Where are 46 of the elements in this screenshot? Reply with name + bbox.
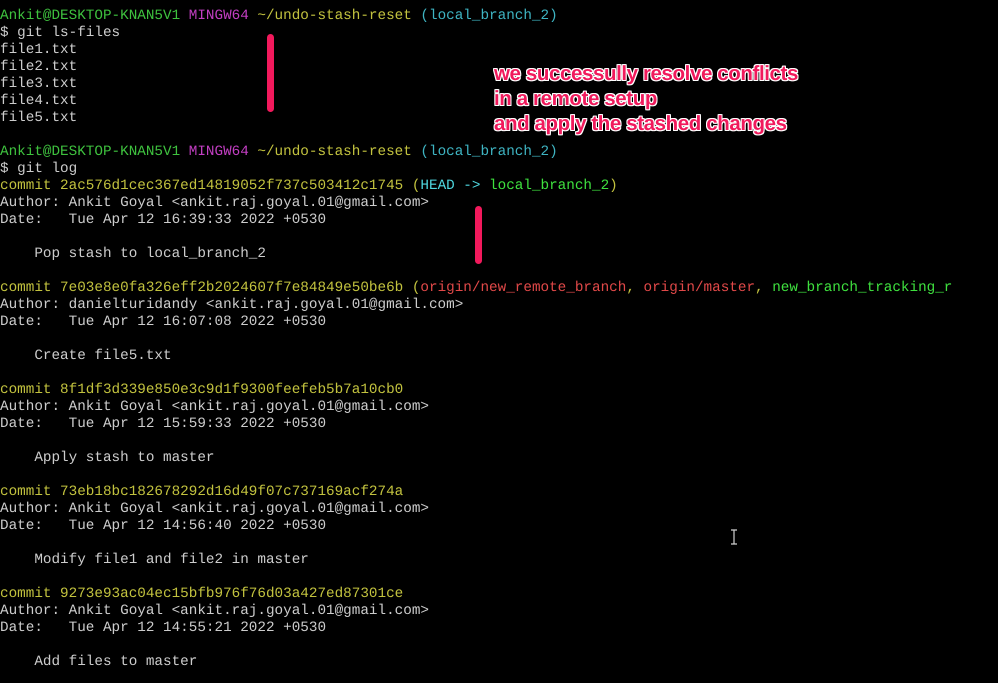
prompt-path: ~/undo-stash-reset xyxy=(257,144,413,160)
terminal-text: Author: Ankit Goyal <ankit.raj.goyal.01@gmail.com> xyxy=(0,603,429,619)
terminal-text: file5.txt xyxy=(0,110,78,126)
terminal-text: Author: Ankit Goyal <ankit.raj.goyal.01@gmail.com> xyxy=(0,195,429,211)
head-ref: HEAD -> xyxy=(420,178,482,194)
commit-hash: commit 2ac576d1cec367ed14819052f737c503412c1745 ( xyxy=(0,178,420,194)
terminal-text: $ git log xyxy=(0,161,78,177)
terminal-text: $ git ls-files xyxy=(0,25,120,41)
prompt-branch: (local_branch_2) xyxy=(420,144,558,160)
terminal-text: Date: Tue Apr 12 15:59:33 2022 +0530 xyxy=(0,416,326,432)
prompt-path: ~/undo-stash-reset xyxy=(257,8,413,24)
terminal-text: Date: Tue Apr 12 14:55:21 2022 +0530 xyxy=(0,620,326,636)
prompt-shell: MINGW64 xyxy=(188,8,250,24)
terminal-text: Date: Tue Apr 12 16:07:08 2022 +0530 xyxy=(0,314,326,330)
local-branch-ref: local_branch_2 xyxy=(489,178,610,194)
terminal-text: Pop stash to local_branch_2 xyxy=(33,246,266,262)
commit-hash: commit 8f1df3d339e850e3c9d1f9300feefeb5b7a10cb0 xyxy=(0,382,404,398)
terminal-text: file3.txt xyxy=(0,76,78,92)
terminal-text: Apply stash to master xyxy=(33,450,214,466)
commit-hash: , xyxy=(626,280,636,296)
commit-hash: ) xyxy=(609,178,618,194)
terminal-text: Author: danielturidandy <ankit.raj.goyal.01@gmail.com> xyxy=(0,297,464,313)
annotation-text: we successully resolve conflicts in a remote setup and apply the stashed changes xyxy=(494,61,798,136)
terminal-text: Modify file1 and file2 in master xyxy=(33,552,309,568)
local-branch-ref: new_branch_tracking_r xyxy=(772,280,952,296)
commit-hash: , xyxy=(755,280,765,296)
terminal-text: file1.txt xyxy=(0,42,78,58)
terminal-text: file4.txt xyxy=(0,93,78,109)
prompt-branch: (local_branch_2) xyxy=(420,8,558,24)
remote-branch-ref: origin/master xyxy=(644,280,756,296)
commit-hash: commit 73eb18bc182678292d16d49f07c737169acf274a xyxy=(0,484,404,500)
terminal-text: Author: Ankit Goyal <ankit.raj.goyal.01@gmail.com> xyxy=(0,501,429,517)
prompt-user-host: Ankit@DESKTOP-KNAN5V1 xyxy=(0,144,182,160)
text-cursor-icon xyxy=(730,529,738,545)
terminal-text: Author: Ankit Goyal <ankit.raj.goyal.01@gmail.com> xyxy=(0,399,429,415)
terminal-text: Date: Tue Apr 12 16:39:33 2022 +0530 xyxy=(0,212,326,228)
terminal-text: file2.txt xyxy=(0,59,78,75)
terminal-text: Create file5.txt xyxy=(33,348,172,364)
annotation-mark xyxy=(475,206,482,264)
terminal-text: Add files to master xyxy=(33,654,198,670)
terminal-text: Date: Tue Apr 12 14:56:40 2022 +0530 xyxy=(0,518,326,534)
prompt-shell: MINGW64 xyxy=(188,144,250,160)
remote-branch-ref: origin/new_remote_branch xyxy=(420,280,626,296)
prompt-user-host: Ankit@DESKTOP-KNAN5V1 xyxy=(0,8,182,24)
commit-hash: commit 7e03e8e0fa326eff2b2024607f7e84849e50be6b ( xyxy=(0,280,420,296)
commit-hash: commit 9273e93ac04ec15bfb976f76d03a427ed87301ce xyxy=(0,586,404,602)
